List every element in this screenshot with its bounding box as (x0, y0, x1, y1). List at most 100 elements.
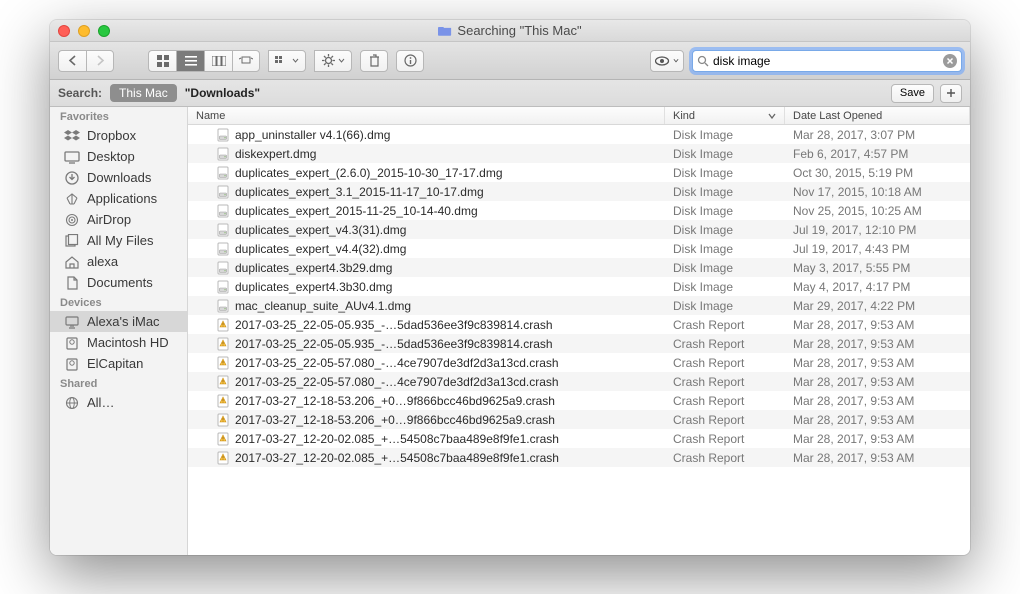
search-field (692, 50, 962, 72)
eye-icon (655, 56, 671, 66)
column-header: Name Kind Date Last Opened (188, 107, 970, 125)
finder-window: Searching "This Mac" (50, 20, 970, 555)
dropbox-icon (64, 129, 80, 143)
titlebar[interactable]: Searching "This Mac" (50, 20, 970, 42)
file-name: 2017-03-27_12-18-53.206_+0…9f866bcc46bd9… (235, 394, 555, 408)
sidebar-item-label: Dropbox (87, 128, 136, 143)
coverflow-view-button[interactable] (232, 50, 260, 72)
file-date: Jul 19, 2017, 4:43 PM (785, 242, 970, 256)
file-row[interactable]: 2017-03-25_22-05-05.935_-…5dad536ee3f9c8… (188, 334, 970, 353)
info-button[interactable] (396, 50, 424, 72)
file-row[interactable]: 2017-03-25_22-05-57.080_-…4ce7907de3df2d… (188, 372, 970, 391)
column-view-button[interactable] (204, 50, 232, 72)
file-row[interactable]: 2017-03-27_12-20-02.085_+…54508c7baa489e… (188, 448, 970, 467)
sidebar-item-dropbox[interactable]: Dropbox (50, 125, 187, 146)
file-date: May 3, 2017, 5:55 PM (785, 261, 970, 275)
add-criteria-button[interactable] (940, 84, 962, 103)
file-row[interactable]: 2017-03-25_22-05-05.935_-…5dad536ee3f9c8… (188, 315, 970, 334)
crash-report-icon (216, 375, 230, 389)
scope-label: Search: (58, 86, 102, 100)
file-row[interactable]: diskexpert.dmg Disk Image Feb 6, 2017, 4… (188, 144, 970, 163)
file-date: Feb 6, 2017, 4:57 PM (785, 147, 970, 161)
crash-report-icon (216, 394, 230, 408)
sidebar-item-downloads[interactable]: Downloads (50, 167, 187, 188)
forward-button[interactable] (86, 50, 114, 72)
crash-report-icon (216, 318, 230, 332)
scope-this-mac[interactable]: This Mac (110, 84, 177, 102)
file-row[interactable]: duplicates_expert_(2.6.0)_2015-10-30_17-… (188, 163, 970, 182)
file-row[interactable]: app_uninstaller v4.1(66).dmg Disk Image … (188, 125, 970, 144)
file-row[interactable]: duplicates_expert_v4.3(31).dmg Disk Imag… (188, 220, 970, 239)
sidebar-item-elcapitan[interactable]: ElCapitan (50, 353, 187, 374)
crash-report-icon (216, 356, 230, 370)
sidebar-item-alexa[interactable]: alexa (50, 251, 187, 272)
chevron-down-icon (768, 113, 776, 119)
file-date: Mar 28, 2017, 9:53 AM (785, 413, 970, 427)
file-date: Mar 28, 2017, 9:53 AM (785, 318, 970, 332)
sidebar-item-documents[interactable]: Documents (50, 272, 187, 293)
sidebar-item-label: AirDrop (87, 212, 131, 227)
file-name: 2017-03-25_22-05-57.080_-…4ce7907de3df2d… (235, 356, 559, 370)
file-kind: Disk Image (665, 204, 785, 218)
scope-downloads[interactable]: "Downloads" (185, 86, 260, 100)
action-button[interactable] (314, 50, 352, 72)
file-row[interactable]: 2017-03-27_12-18-53.206_+0…9f866bcc46bd9… (188, 391, 970, 410)
file-row[interactable]: duplicates_expert_v4.4(32).dmg Disk Imag… (188, 239, 970, 258)
sidebar-item-label: Alexa's iMac (87, 314, 160, 329)
zoom-icon[interactable] (98, 25, 110, 37)
file-kind: Disk Image (665, 223, 785, 237)
icon-view-button[interactable] (148, 50, 176, 72)
file-row[interactable]: duplicates_expert_3.1_2015-11-17_10-17.d… (188, 182, 970, 201)
window-title: Searching "This Mac" (50, 23, 970, 38)
sidebar-item-label: All My Files (87, 233, 153, 248)
sidebar-item-airdrop[interactable]: AirDrop (50, 209, 187, 230)
quicklook-button[interactable] (650, 50, 684, 72)
file-date: Mar 28, 2017, 9:53 AM (785, 394, 970, 408)
sidebar-item-applications[interactable]: Applications (50, 188, 187, 209)
minimize-icon[interactable] (78, 25, 90, 37)
save-search-button[interactable]: Save (891, 84, 934, 103)
file-row[interactable]: 2017-03-27_12-20-02.085_+…54508c7baa489e… (188, 429, 970, 448)
back-button[interactable] (58, 50, 86, 72)
file-row[interactable]: mac_cleanup_suite_AUv4.1.dmg Disk Image … (188, 296, 970, 315)
file-name: diskexpert.dmg (235, 147, 316, 161)
close-icon[interactable] (58, 25, 70, 37)
file-name: 2017-03-25_22-05-05.935_-…5dad536ee3f9c8… (235, 337, 553, 351)
sidebar-item-all-my-files[interactable]: All My Files (50, 230, 187, 251)
sidebar-item-label: Desktop (87, 149, 135, 164)
file-name: duplicates_expert4.3b30.dmg (235, 280, 392, 294)
file-row[interactable]: 2017-03-25_22-05-57.080_-…4ce7907de3df2d… (188, 353, 970, 372)
file-rows: app_uninstaller v4.1(66).dmg Disk Image … (188, 125, 970, 555)
column-date[interactable]: Date Last Opened (785, 107, 970, 124)
file-row[interactable]: duplicates_expert4.3b29.dmg Disk Image M… (188, 258, 970, 277)
file-name: 2017-03-25_22-05-57.080_-…4ce7907de3df2d… (235, 375, 559, 389)
file-row[interactable]: 2017-03-27_12-18-53.206_+0…9f866bcc46bd9… (188, 410, 970, 429)
sidebar-item-all-[interactable]: All… (50, 392, 187, 413)
file-name: 2017-03-25_22-05-05.935_-…5dad536ee3f9c8… (235, 318, 553, 332)
sidebar-item-desktop[interactable]: Desktop (50, 146, 187, 167)
disk-image-icon (216, 185, 230, 199)
file-name: app_uninstaller v4.1(66).dmg (235, 128, 390, 142)
file-name: duplicates_expert_(2.6.0)_2015-10-30_17-… (235, 166, 503, 180)
file-date: Mar 29, 2017, 4:22 PM (785, 299, 970, 313)
imac-icon (64, 315, 80, 329)
clear-search-button[interactable] (943, 54, 957, 68)
column-kind[interactable]: Kind (665, 107, 785, 124)
file-kind: Disk Image (665, 242, 785, 256)
search-input[interactable] (713, 54, 939, 68)
sidebar-item-alexa-s-imac[interactable]: Alexa's iMac (50, 311, 187, 332)
disk-image-icon (216, 166, 230, 180)
disk-image-icon (216, 204, 230, 218)
column-name[interactable]: Name (188, 107, 665, 124)
search-icon (697, 55, 709, 67)
network-icon (64, 396, 80, 410)
toolbar (50, 42, 970, 80)
sidebar-item-label: alexa (87, 254, 118, 269)
file-row[interactable]: duplicates_expert_2015-11-25_10-14-40.dm… (188, 201, 970, 220)
list-view-button[interactable] (176, 50, 204, 72)
sidebar-item-macintosh-hd[interactable]: Macintosh HD (50, 332, 187, 353)
arrange-button[interactable] (268, 50, 306, 72)
file-kind: Disk Image (665, 299, 785, 313)
file-row[interactable]: duplicates_expert4.3b30.dmg Disk Image M… (188, 277, 970, 296)
trash-button[interactable] (360, 50, 388, 72)
